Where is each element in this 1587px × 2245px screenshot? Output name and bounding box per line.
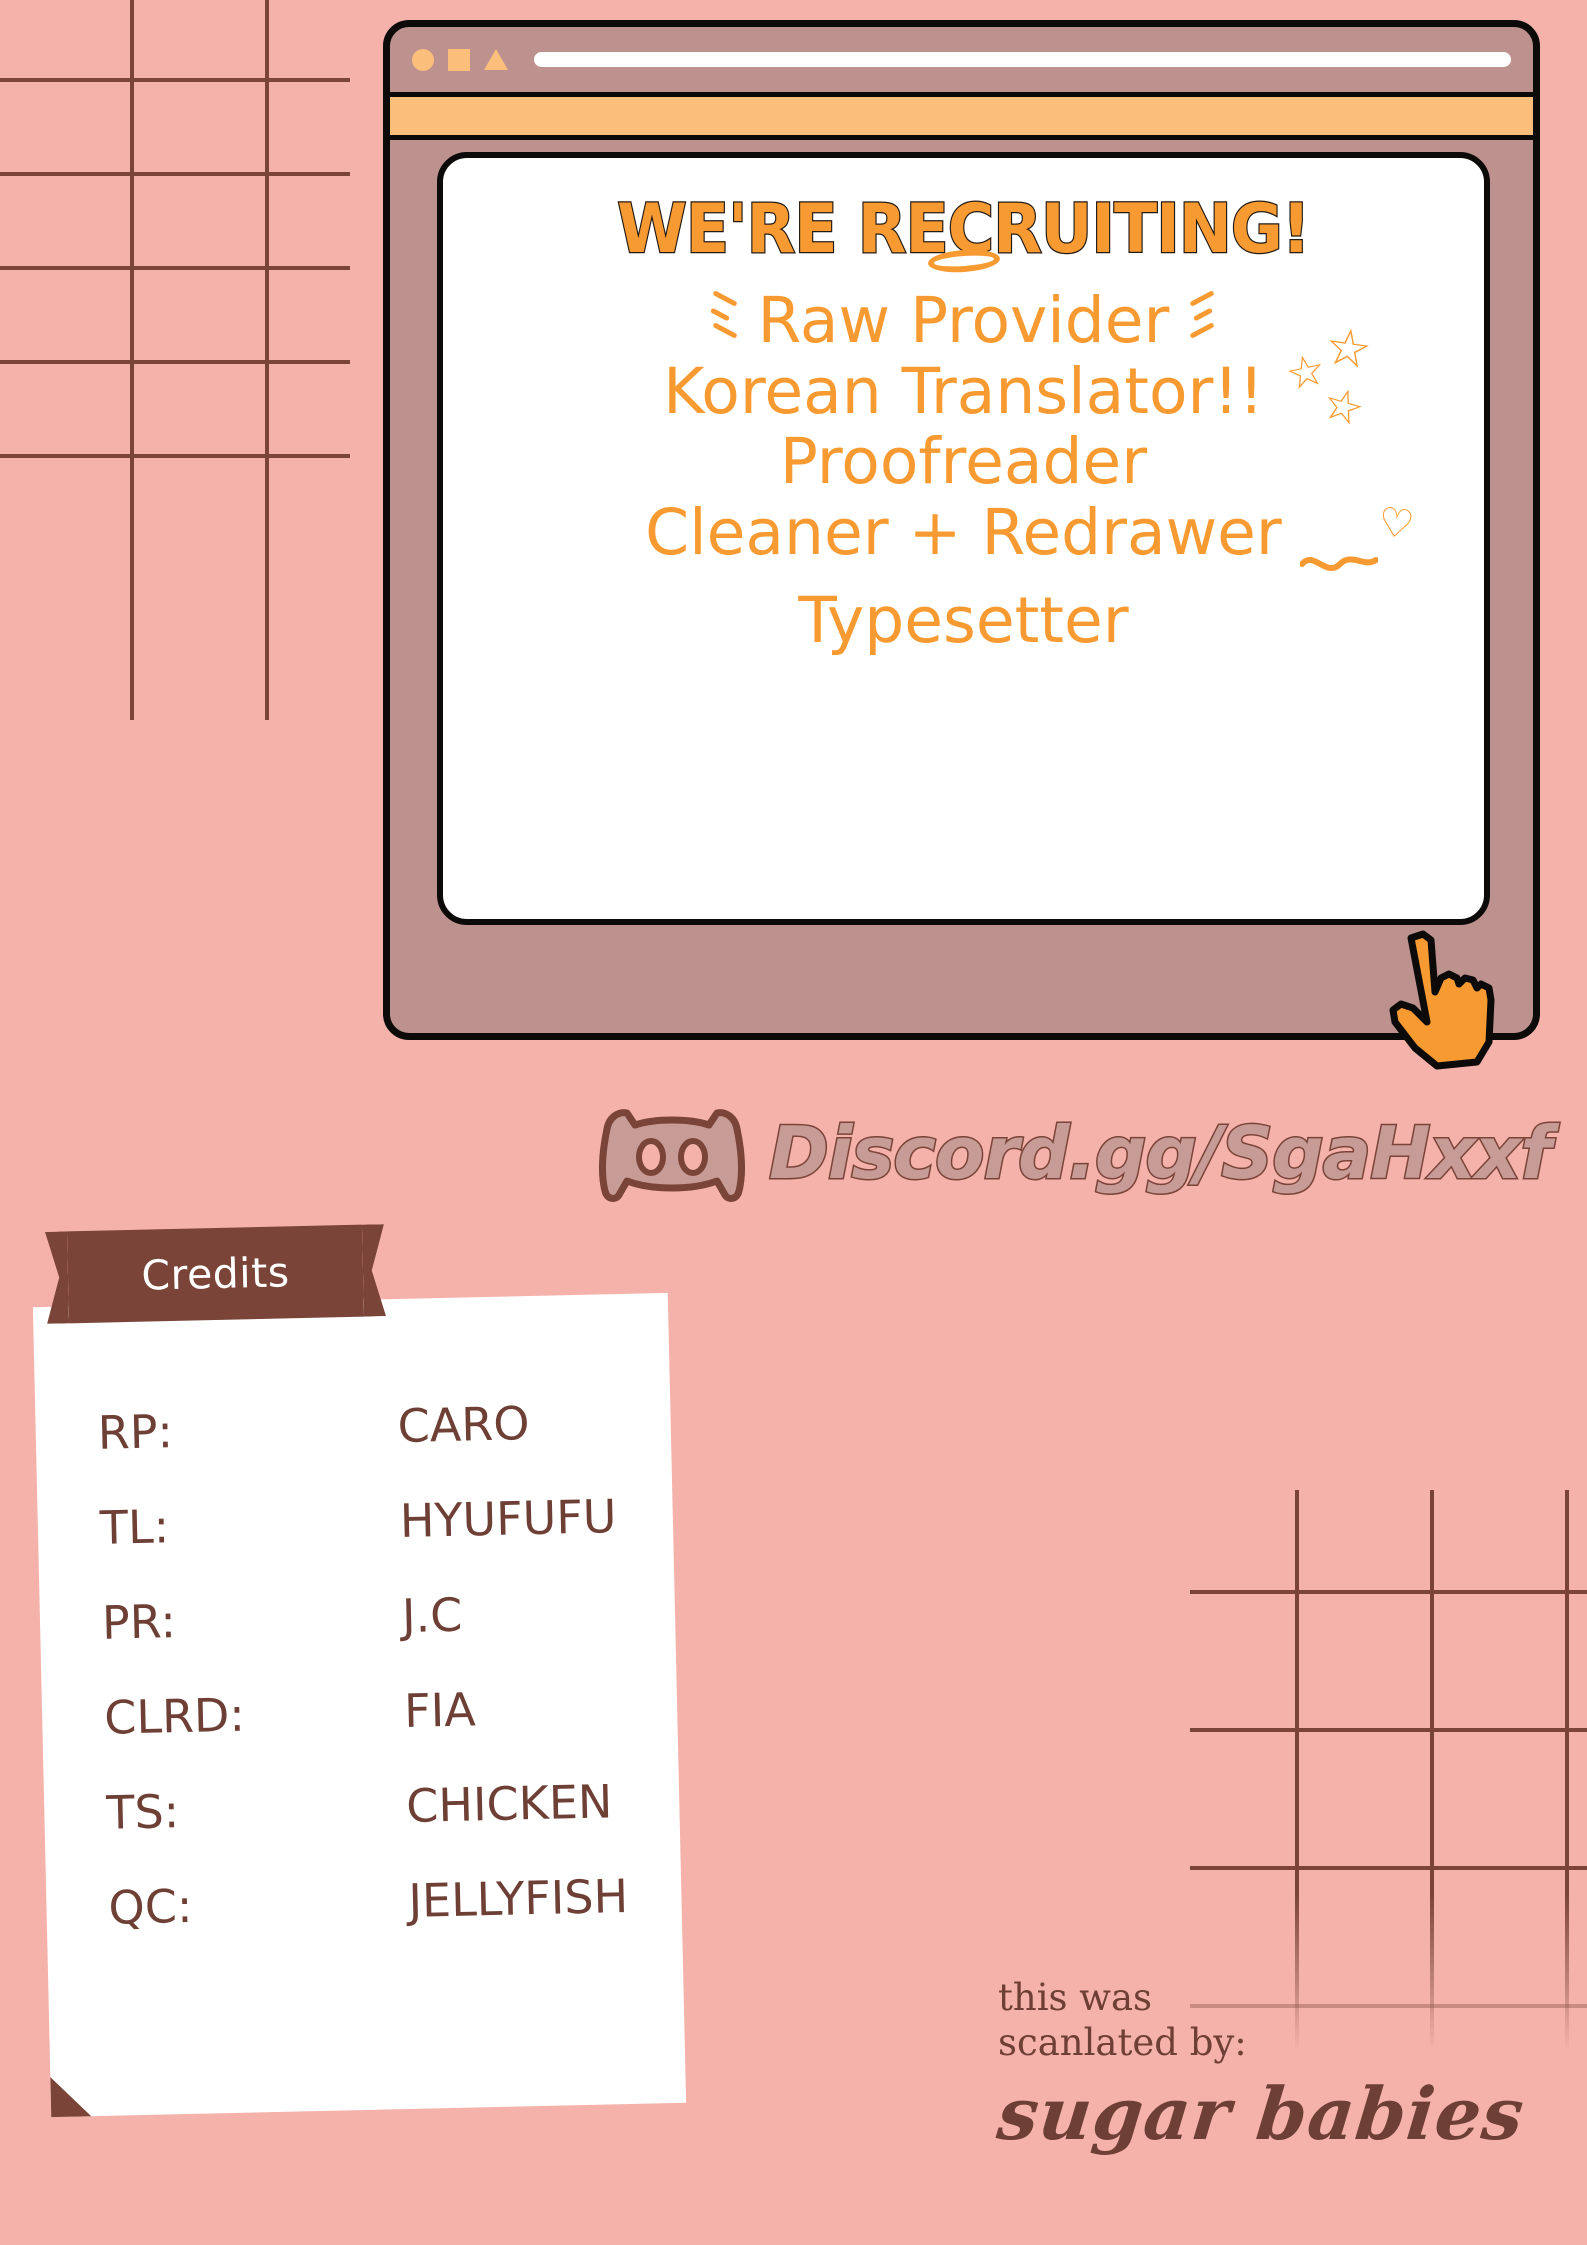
credit-person-name: HYUFUFU <box>399 1489 618 1549</box>
triangle-icon[interactable] <box>484 49 508 70</box>
square-icon[interactable] <box>448 48 470 71</box>
grid-line-horizontal <box>0 78 350 82</box>
browser-window: WE'RE RECRUITING! Raw Provider Korean Tr… <box>383 20 1540 1040</box>
card-corner-fold <box>50 2076 92 2118</box>
grid-line-vertical <box>1430 1490 1434 2050</box>
scanlation-line-2: scanlated by: <box>998 2021 1247 2065</box>
table-row: QC: JELLYFISH <box>107 1868 652 1935</box>
grid-line-vertical <box>265 0 269 720</box>
credits-banner: Credits <box>66 1224 365 1324</box>
grid-line-horizontal <box>1190 1866 1587 1870</box>
table-row: RP: CARO <box>97 1394 641 1460</box>
heart-icon: ♡ <box>1374 498 1417 549</box>
discord-logo-icon <box>597 1095 747 1210</box>
credit-role-label: QC: <box>107 1878 193 1935</box>
credit-role-label: TS: <box>105 1784 180 1840</box>
background-grid-bottom-right <box>1190 1490 1587 2050</box>
table-row: PR: J.C <box>101 1584 645 1650</box>
grid-line-horizontal <box>1190 1590 1587 1594</box>
credits-banner-title: Credits <box>140 1248 291 1300</box>
pointing-hand-icon <box>1385 930 1495 1070</box>
grid-line-vertical <box>1565 1490 1569 2050</box>
grid-line-horizontal <box>0 454 350 458</box>
credit-role-label: TL: <box>99 1499 170 1555</box>
grid-line-horizontal <box>0 266 350 270</box>
table-row: CLRD: FIA <box>104 1678 648 1744</box>
credit-role-label: RP: <box>97 1404 174 1460</box>
table-row: TS: CHICKEN <box>106 1773 650 1839</box>
grid-line-horizontal <box>0 360 350 364</box>
discord-invite-row[interactable]: Discord.gg/SgaHxxf <box>597 1095 1554 1210</box>
scanlation-note: this was scanlated by: sugar babies <box>994 1975 1558 2156</box>
role-list: Raw Provider Korean Translator!! ☆ ☆ ☆ P… <box>443 247 1484 657</box>
credit-role-label: PR: <box>101 1594 177 1650</box>
role-label: Raw Provider <box>757 284 1170 357</box>
credit-role-label: CLRD: <box>103 1687 246 1745</box>
role-label: Cleaner + Redrawer <box>645 495 1282 569</box>
credit-person-name: JELLYFISH <box>407 1868 629 1928</box>
url-bar-input[interactable] <box>534 52 1511 67</box>
browser-titlebar <box>390 27 1533 92</box>
credits-card: RP: CARO TL: HYUFUFU PR: J.C CLRD: FIA T… <box>32 1292 687 2118</box>
credit-person-name: CHICKEN <box>405 1774 613 1833</box>
browser-tabstrip <box>390 92 1533 140</box>
browser-page-content: WE'RE RECRUITING! Raw Provider Korean Tr… <box>437 152 1490 925</box>
grid-line-vertical <box>130 0 134 720</box>
scanlation-line-1: this was <box>998 1976 1152 2019</box>
sparkle-left-icon <box>709 290 744 339</box>
page-title: WE'RE RECRUITING! <box>616 190 1312 269</box>
role-item-proofreader: Proofreader <box>780 427 1147 498</box>
grid-line-horizontal <box>1190 1728 1587 1732</box>
grid-line-vertical <box>1295 1490 1299 2050</box>
star-icon: ☆ <box>1321 315 1376 382</box>
table-row: TL: HYUFUFU <box>99 1489 643 1555</box>
credit-person-name: FIA <box>403 1682 477 1738</box>
credit-person-name: J.C <box>401 1587 463 1644</box>
credits-list: RP: CARO TL: HYUFUFU PR: J.C CLRD: FIA T… <box>97 1394 652 1935</box>
discord-handle-text[interactable]: Discord.gg/SgaHxxf <box>768 1109 1554 1196</box>
circle-icon[interactable] <box>412 48 434 71</box>
background-grid-top-left <box>0 0 350 720</box>
sparkle-right-icon <box>1183 290 1217 339</box>
grid-line-horizontal <box>0 172 350 176</box>
role-item-typesetter: Typesetter <box>798 586 1128 657</box>
role-label: Typesetter <box>798 584 1129 658</box>
role-item-raw-provider: Raw Provider <box>709 247 1216 357</box>
role-item-korean-translator: Korean Translator!! ☆ ☆ ☆ <box>663 316 1376 438</box>
scanlation-group-name: sugar babies <box>993 2071 1529 2157</box>
squiggle-icon <box>1298 522 1379 593</box>
role-item-cleaner-redrawer: Cleaner + Redrawer ♡ <box>645 495 1417 571</box>
credit-person-name: CARO <box>397 1396 531 1454</box>
role-label: Korean Translator!! <box>663 354 1264 428</box>
role-label: Proofreader <box>779 425 1148 499</box>
